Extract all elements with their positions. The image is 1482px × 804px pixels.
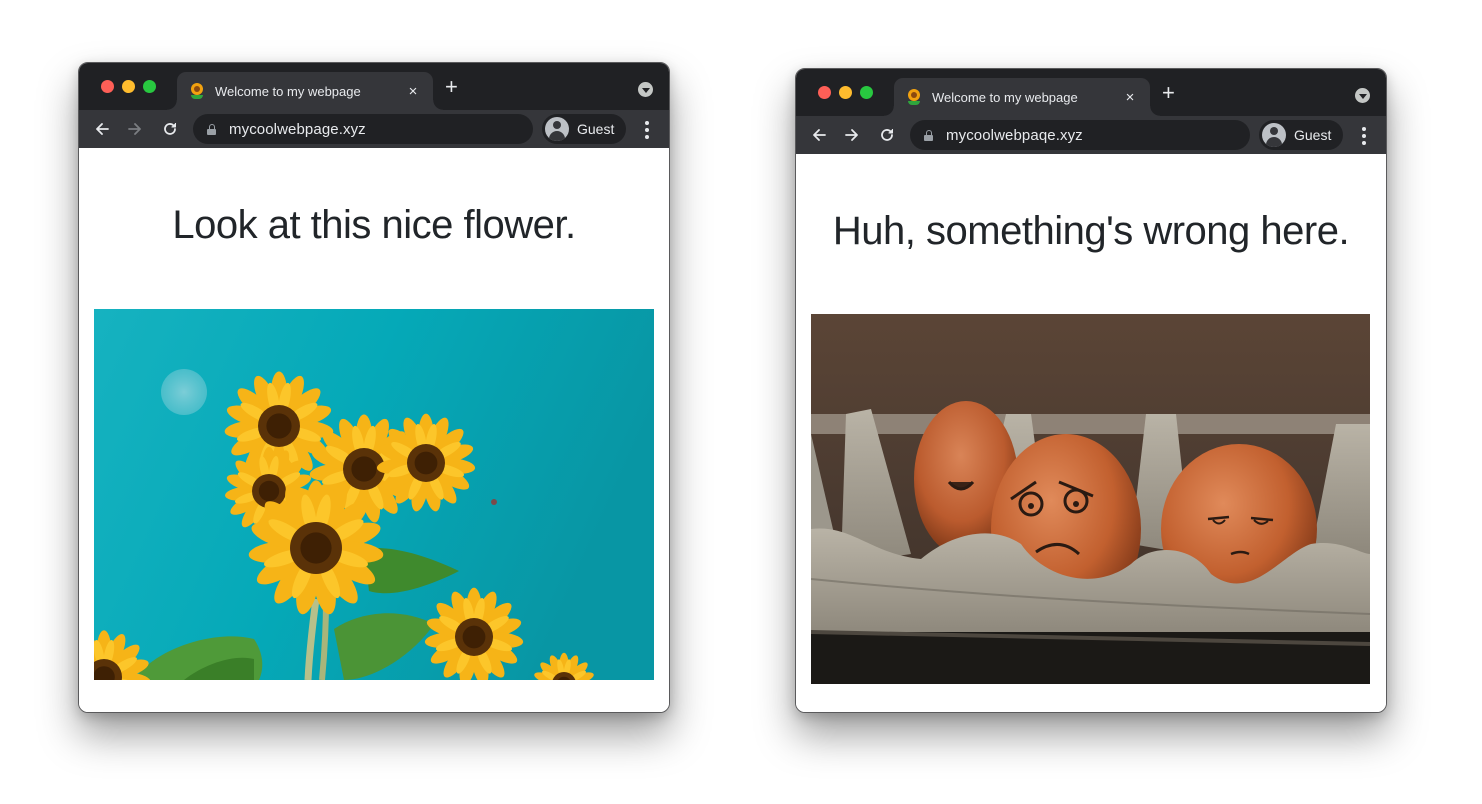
maximize-window-button[interactable] xyxy=(143,80,156,93)
tab-active[interactable]: Welcome to my webpage × xyxy=(884,78,1160,116)
arrow-right-icon xyxy=(845,129,858,141)
profile-button[interactable]: Guest xyxy=(1259,120,1343,150)
lock-icon[interactable] xyxy=(207,123,216,135)
sunflower-icon xyxy=(189,82,205,100)
forward-button[interactable] xyxy=(126,120,144,138)
close-window-button[interactable] xyxy=(818,86,831,99)
account-circle-icon xyxy=(545,117,569,141)
reload-icon xyxy=(881,129,893,141)
tab-active[interactable]: Welcome to my webpage × xyxy=(167,72,443,110)
reload-button[interactable] xyxy=(161,120,179,138)
arrow-left-icon xyxy=(813,129,826,141)
tab-search-icon[interactable] xyxy=(638,82,653,97)
arrow-left-icon xyxy=(96,123,109,135)
tab-title: Welcome to my webpage xyxy=(932,89,1078,105)
browser-window-right: Welcome to my webpage × + mycoolwebpaqe.… xyxy=(795,68,1387,713)
profile-name: Guest xyxy=(577,121,615,137)
eggs-image xyxy=(811,314,1370,684)
tab-strip: Welcome to my webpage × + xyxy=(796,69,1386,116)
close-window-button[interactable] xyxy=(101,80,114,93)
address-bar[interactable]: mycoolwebpaqe.xyz xyxy=(910,120,1250,150)
page-heading: Huh, something's wrong here. xyxy=(832,209,1350,253)
reload-button[interactable] xyxy=(878,126,896,144)
sunflower-icon xyxy=(906,88,922,106)
browser-window-left: Welcome to my webpage × + mycoolwebpage.… xyxy=(78,62,670,713)
account-circle-icon xyxy=(1262,123,1286,147)
arrow-right-icon xyxy=(128,123,141,135)
tab-strip: Welcome to my webpage × + xyxy=(79,63,669,110)
tab-search-icon[interactable] xyxy=(1355,88,1370,103)
tab-title: Welcome to my webpage xyxy=(215,83,361,99)
url-text[interactable]: mycoolwebpaqe.xyz xyxy=(946,127,1083,144)
page-content: Huh, something's wrong here. xyxy=(796,154,1386,712)
close-tab-icon[interactable]: × xyxy=(405,83,421,100)
maximize-window-button[interactable] xyxy=(860,86,873,99)
window-controls xyxy=(101,80,156,93)
close-tab-icon[interactable]: × xyxy=(1122,89,1138,106)
more-options-icon[interactable] xyxy=(645,121,649,139)
browser-toolbar: mycoolwebpage.xyz Guest xyxy=(79,110,669,148)
window-controls xyxy=(818,86,873,99)
back-button[interactable] xyxy=(810,126,828,144)
sunflower-photo-illustration xyxy=(94,309,654,680)
browser-toolbar: mycoolwebpaqe.xyz Guest xyxy=(796,116,1386,154)
address-bar[interactable]: mycoolwebpage.xyz xyxy=(193,114,533,144)
profile-name: Guest xyxy=(1294,127,1332,143)
minimize-window-button[interactable] xyxy=(122,80,135,93)
new-tab-button[interactable]: + xyxy=(445,76,458,98)
profile-button[interactable]: Guest xyxy=(542,114,626,144)
forward-button[interactable] xyxy=(843,126,861,144)
reload-icon xyxy=(164,123,176,135)
back-button[interactable] xyxy=(93,120,111,138)
minimize-window-button[interactable] xyxy=(839,86,852,99)
new-tab-button[interactable]: + xyxy=(1162,82,1175,104)
sunflower-image xyxy=(94,309,654,680)
page-content: Look at this nice flower. xyxy=(79,148,669,712)
eggs-photo-illustration xyxy=(811,314,1370,684)
page-heading: Look at this nice flower. xyxy=(172,203,576,247)
more-options-icon[interactable] xyxy=(1362,127,1366,145)
lock-icon[interactable] xyxy=(924,129,933,141)
url-text[interactable]: mycoolwebpage.xyz xyxy=(229,121,366,138)
